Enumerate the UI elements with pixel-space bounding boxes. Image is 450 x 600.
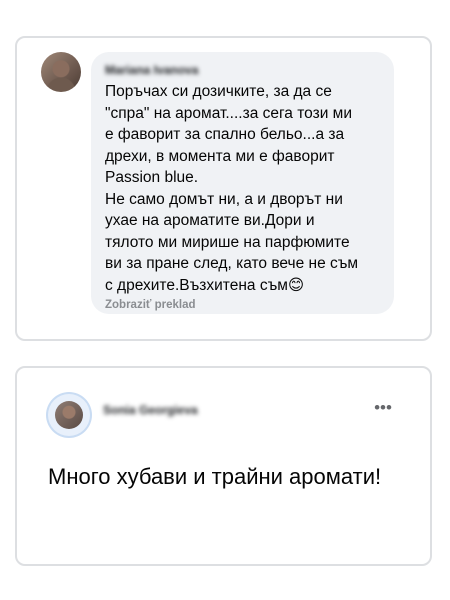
comment-text: Поръчах си дозичките, за да се "спра" на… [105,83,359,294]
comment-author[interactable]: Mariana Ivanova [105,62,382,78]
comment-bubble: Mariana Ivanova Поръчах си дозичките, за… [91,52,394,314]
commenter-avatar[interactable] [41,52,81,92]
post-author-avatar[interactable] [48,394,90,436]
show-translation-link[interactable]: Zobraziť preklad [105,299,382,311]
post-text: Много хубави и трайни аромати! [48,464,382,489]
more-options-icon[interactable]: ••• [371,396,395,420]
comment-card: Mariana Ivanova Поръчах си дозичките, за… [15,36,432,341]
post-author[interactable]: Sonia Georgieva [103,403,198,417]
post-card: Sonia Georgieva ••• Много хубави и трайн… [15,366,432,566]
